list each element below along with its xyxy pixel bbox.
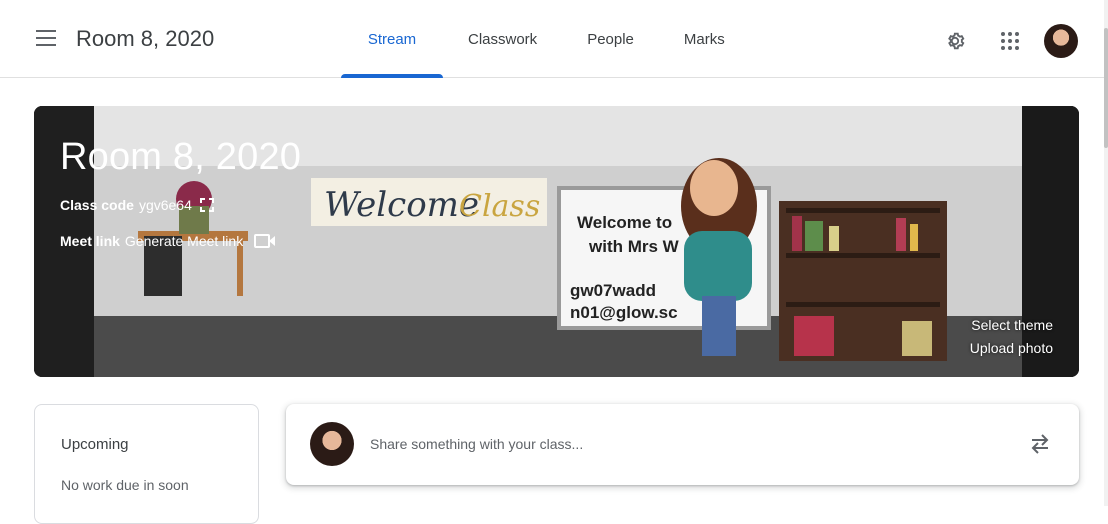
- scrollbar-thumb[interactable]: [1104, 28, 1108, 148]
- class-code-row: Class code ygv6e64: [60, 197, 214, 213]
- generate-meet-link-button[interactable]: Generate Meet link: [125, 233, 243, 249]
- tab-people[interactable]: People: [562, 0, 659, 78]
- avatar: [310, 422, 354, 466]
- class-code-value: ygv6e64: [138, 197, 192, 213]
- share-input[interactable]: Share something with your class...: [370, 436, 583, 452]
- upcoming-card: Upcoming No work due in soon: [34, 404, 259, 524]
- meet-link-label: Meet link: [60, 233, 120, 249]
- menu-icon[interactable]: [36, 30, 56, 46]
- tab-classwork[interactable]: Classwork: [443, 0, 562, 78]
- gear-icon[interactable]: [944, 30, 966, 52]
- repost-icon[interactable]: [1029, 432, 1051, 456]
- tab-marks[interactable]: Marks: [659, 0, 750, 78]
- video-camera-icon[interactable]: [254, 233, 276, 249]
- apps-grid-icon[interactable]: [1001, 32, 1019, 50]
- svg-text:with Mrs W: with Mrs W: [588, 237, 680, 256]
- class-banner: Welcome Class Welcome to with Mrs W gw07…: [34, 106, 1079, 377]
- svg-text:Class: Class: [459, 189, 540, 224]
- upcoming-empty-text: No work due in soon: [61, 477, 189, 493]
- svg-text:n01@glow.sc: n01@glow.sc: [570, 303, 678, 322]
- select-theme-link[interactable]: Select theme: [971, 317, 1053, 333]
- meet-link-row: Meet link Generate Meet link: [60, 233, 276, 249]
- banner-title: Room 8, 2020: [60, 136, 302, 178]
- svg-text:Welcome to: Welcome to: [577, 213, 672, 232]
- class-code-label: Class code: [60, 197, 134, 213]
- share-box[interactable]: Share something with your class...: [286, 404, 1079, 485]
- top-app-bar: Room 8, 2020 Stream Classwork People Mar…: [0, 0, 1108, 78]
- upcoming-title: Upcoming: [61, 436, 129, 453]
- welcome-sign-text: Welcome: [324, 185, 479, 225]
- class-title[interactable]: Room 8, 2020: [76, 26, 214, 52]
- svg-text:gw07wadd: gw07wadd: [570, 281, 656, 300]
- tab-stream[interactable]: Stream: [341, 0, 443, 78]
- upload-photo-link[interactable]: Upload photo: [970, 340, 1053, 356]
- tab-bar: Stream Classwork People Marks: [341, 0, 750, 78]
- avatar[interactable]: [1044, 24, 1078, 58]
- fullscreen-icon[interactable]: [199, 198, 214, 212]
